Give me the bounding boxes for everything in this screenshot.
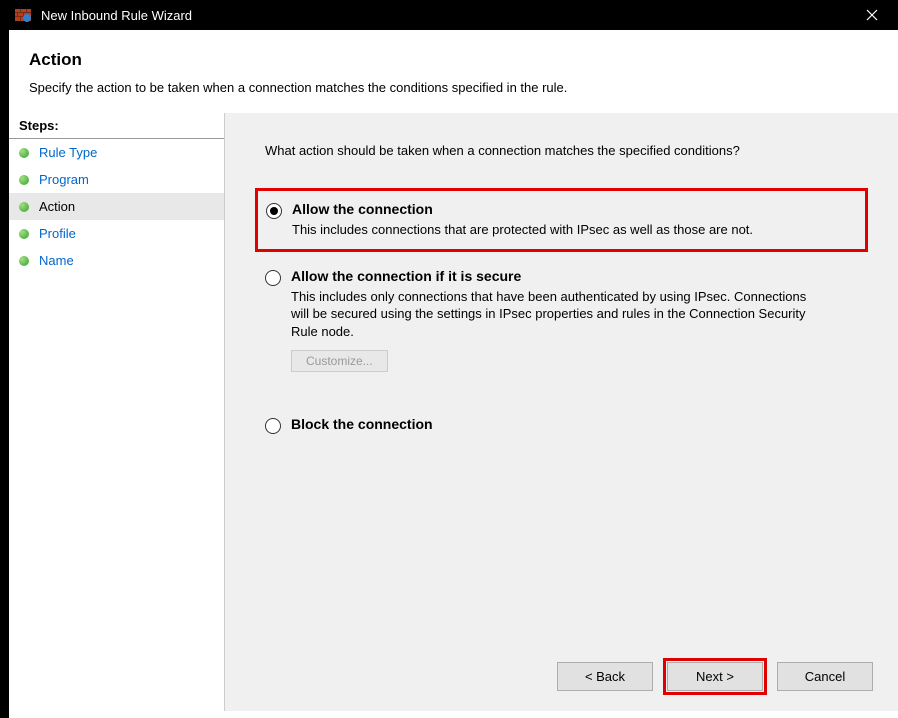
- bullet-icon: [19, 229, 29, 239]
- sidebar-item-label: Name: [39, 253, 74, 268]
- steps-title: Steps:: [9, 113, 224, 139]
- wizard-footer: < Back Next > Cancel: [557, 662, 873, 691]
- sidebar-item-profile[interactable]: Profile: [9, 220, 224, 247]
- radio-block[interactable]: [265, 418, 281, 434]
- firewall-icon: [13, 5, 33, 25]
- option-allow-desc: This includes connections that are prote…: [292, 221, 822, 239]
- bullet-icon: [19, 175, 29, 185]
- sidebar-item-label: Action: [39, 199, 75, 214]
- bullet-icon: [19, 202, 29, 212]
- sidebar-item-label: Rule Type: [39, 145, 97, 160]
- back-button[interactable]: < Back: [557, 662, 653, 691]
- option-allow-secure-title: Allow the connection if it is secure: [291, 268, 858, 284]
- wizard-content: What action should be taken when a conne…: [225, 113, 898, 711]
- option-allow[interactable]: Allow the connection This includes conne…: [255, 188, 868, 252]
- sidebar-item-action[interactable]: Action: [9, 193, 224, 220]
- option-block-title: Block the connection: [291, 416, 858, 432]
- bullet-icon: [19, 148, 29, 158]
- option-allow-title: Allow the connection: [292, 201, 857, 217]
- window-title: New Inbound Rule Wizard: [41, 8, 849, 23]
- close-button[interactable]: [849, 0, 894, 30]
- option-allow-secure-desc: This includes only connections that have…: [291, 288, 821, 341]
- titlebar: New Inbound Rule Wizard: [9, 0, 898, 30]
- page-subtitle: Specify the action to be taken when a co…: [29, 80, 878, 95]
- option-block[interactable]: Block the connection: [265, 408, 858, 442]
- radio-allow[interactable]: [266, 203, 282, 219]
- bullet-icon: [19, 256, 29, 266]
- page-title: Action: [29, 50, 878, 70]
- wizard-body: Steps: Rule Type Program Action Profile …: [9, 113, 898, 711]
- sidebar-item-program[interactable]: Program: [9, 166, 224, 193]
- next-button[interactable]: Next >: [667, 662, 763, 691]
- sidebar-item-name[interactable]: Name: [9, 247, 224, 274]
- steps-sidebar: Steps: Rule Type Program Action Profile …: [9, 113, 225, 711]
- customize-button: Customize...: [291, 350, 388, 372]
- sidebar-item-label: Program: [39, 172, 89, 187]
- wizard-window: New Inbound Rule Wizard Action Specify t…: [9, 0, 898, 718]
- radio-allow-secure[interactable]: [265, 270, 281, 286]
- wizard-header: Action Specify the action to be taken wh…: [9, 30, 898, 113]
- prompt-text: What action should be taken when a conne…: [265, 143, 858, 158]
- sidebar-item-rule-type[interactable]: Rule Type: [9, 139, 224, 166]
- cancel-button[interactable]: Cancel: [777, 662, 873, 691]
- option-allow-secure[interactable]: Allow the connection if it is secure Thi…: [265, 260, 858, 381]
- sidebar-item-label: Profile: [39, 226, 76, 241]
